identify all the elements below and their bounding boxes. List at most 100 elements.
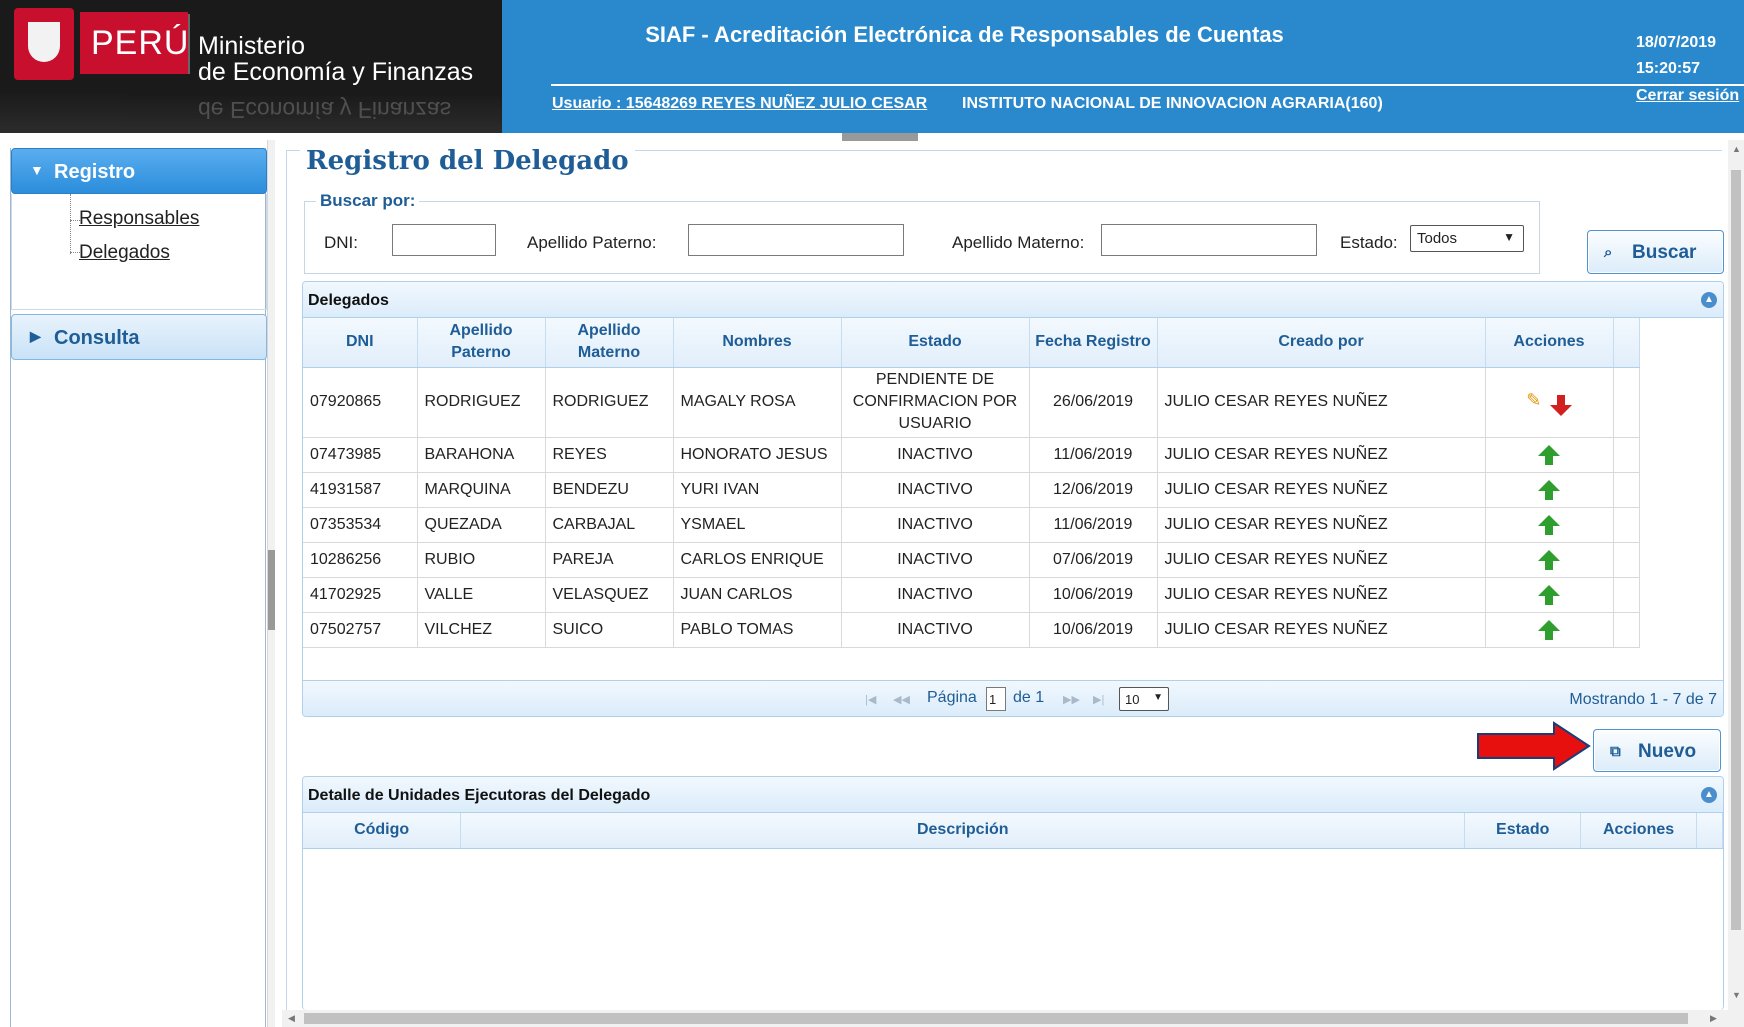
col-header-descripcion[interactable]: Descripción	[460, 813, 1466, 849]
cell-acciones	[1485, 507, 1614, 543]
apellido-paterno-input[interactable]	[688, 224, 904, 256]
scroll-left-icon[interactable]: ◀	[288, 1013, 295, 1024]
horizontal-scrollbar[interactable]: ◀ ▶	[282, 1010, 1728, 1027]
buscar-button[interactable]: ⌕ Buscar	[1587, 230, 1724, 274]
table-row[interactable]: 07353534 QUEZADA CARBAJAL YSMAEL INACTIV…	[303, 507, 1640, 543]
horizontal-scroll-thumb[interactable]	[304, 1013, 1688, 1024]
app-header: PERÚ Ministerio de Economía y Finanzas d…	[0, 0, 1744, 133]
ministry-name-line2: de Economía y Finanzas	[198, 58, 474, 86]
estado-label: Estado:	[1340, 233, 1398, 252]
vertical-scroll-thumb[interactable]	[1731, 170, 1741, 930]
cell-materno: VELASQUEZ	[545, 577, 674, 613]
first-page-icon[interactable]: |◀	[865, 693, 876, 706]
col-header-dni[interactable]: DNI	[303, 318, 418, 368]
page-number-input[interactable]: 1	[986, 687, 1006, 711]
col-header-acciones: Acciones	[1485, 318, 1614, 368]
cell-creado-por: JULIO CESAR REYES NUÑEZ	[1157, 472, 1486, 508]
col-header-creado-por[interactable]: Creado por	[1157, 318, 1486, 368]
cell-spacer	[1613, 542, 1640, 578]
arrow-up-green-icon[interactable]	[1538, 584, 1560, 605]
cell-fecha: 26/06/2019	[1029, 367, 1158, 438]
cell-creado-por: JULIO CESAR REYES NUÑEZ	[1157, 542, 1486, 578]
logout-link[interactable]: Cerrar sesión	[1636, 87, 1739, 105]
table-row[interactable]: 07473985 BARAHONA REYES HONORATO JESUS I…	[303, 437, 1640, 473]
col-header-estado[interactable]: Estado	[841, 318, 1030, 368]
cell-dni: 10286256	[303, 542, 418, 578]
page-size-select[interactable]: 10 ▼	[1119, 687, 1169, 711]
scroll-up-icon[interactable]: ▲	[1732, 144, 1741, 154]
apellido-paterno-label: Apellido Paterno:	[527, 233, 657, 252]
cell-estado: INACTIVO	[841, 577, 1030, 613]
records-info: Mostrando 1 - 7 de 7	[1569, 691, 1717, 708]
col-header-spacer	[1696, 813, 1723, 849]
cell-spacer	[1613, 367, 1640, 438]
cell-spacer	[1613, 472, 1640, 508]
cell-fecha: 10/06/2019	[1029, 612, 1158, 648]
sidebar-section-consulta[interactable]: ▶ Consulta	[11, 314, 267, 360]
table-row[interactable]: 10286256 RUBIO PAREJA CARLOS ENRIQUE INA…	[303, 542, 1640, 578]
next-page-icon[interactable]: ▶▶	[1063, 693, 1080, 706]
cell-materno: REYES	[545, 437, 674, 473]
sidebar-section-registro[interactable]: ▼ Registro	[11, 148, 267, 194]
cell-fecha: 11/06/2019	[1029, 437, 1158, 473]
cell-dni: 41931587	[303, 472, 418, 508]
table-row[interactable]: 41702925 VALLE VELASQUEZ JUAN CARLOS INA…	[303, 577, 1640, 613]
cell-paterno: RUBIO	[417, 542, 546, 578]
nuevo-button[interactable]: ⧉ Nuevo	[1593, 729, 1721, 772]
col-header-codigo[interactable]: Código	[303, 813, 462, 849]
arrow-up-green-icon[interactable]	[1538, 514, 1560, 535]
apellido-materno-input[interactable]	[1101, 224, 1317, 256]
scroll-down-icon[interactable]: ▼	[1732, 990, 1741, 1000]
col-header-apellido-paterno[interactable]: Apellido Paterno	[417, 318, 546, 368]
main-content: Registro del Delegado Buscar por: DNI: A…	[282, 140, 1728, 1010]
arrow-up-green-icon[interactable]	[1538, 549, 1560, 570]
col-header-fecha-registro[interactable]: Fecha Registro	[1029, 318, 1158, 368]
prev-page-icon[interactable]: ◀◀	[893, 693, 910, 706]
delegados-panel-title: Delegados ▲	[303, 282, 1723, 318]
edit-icon[interactable]: ✎	[1526, 390, 1541, 411]
nuevo-button-label: Nuevo	[1638, 741, 1697, 762]
tree-connector	[70, 194, 71, 254]
cell-fecha: 10/06/2019	[1029, 577, 1158, 613]
cell-acciones	[1485, 542, 1614, 578]
splitter-grip[interactable]	[268, 550, 275, 630]
annotation-arrow-icon	[1477, 721, 1591, 771]
collapse-up-icon[interactable]: ▲	[1701, 787, 1717, 803]
cell-nombres: PABLO TOMAS	[673, 612, 842, 648]
header-time: 15:20:57	[1636, 60, 1701, 77]
cell-nombres: MAGALY ROSA	[673, 367, 842, 438]
dni-input[interactable]	[392, 224, 496, 256]
cell-materno: CARBAJAL	[545, 507, 674, 543]
cell-acciones	[1485, 472, 1614, 508]
cell-fecha: 11/06/2019	[1029, 507, 1158, 543]
arrow-up-green-icon[interactable]	[1538, 479, 1560, 500]
cell-materno: RODRIGUEZ	[545, 367, 674, 438]
arrow-down-red-icon[interactable]	[1549, 394, 1572, 416]
layout-splitter[interactable]	[267, 140, 275, 1027]
header-divider	[551, 84, 1744, 86]
collapse-up-icon[interactable]: ▲	[1701, 292, 1717, 308]
col-header-spacer	[1613, 318, 1640, 368]
col-header-estado[interactable]: Estado	[1464, 813, 1582, 849]
arrow-up-green-icon[interactable]	[1538, 619, 1560, 640]
sidebar-item-responsables[interactable]: Responsables	[79, 208, 199, 230]
cell-spacer	[1613, 612, 1640, 648]
col-header-apellido-materno[interactable]: Apellido Materno	[545, 318, 674, 368]
user-link[interactable]: Usuario : 15648269 REYES NUÑEZ JULIO CES…	[552, 95, 927, 113]
logo-reflection-text: de Economía y Finanzas	[198, 97, 452, 123]
arrow-up-green-icon[interactable]	[1538, 444, 1560, 465]
vertical-scrollbar[interactable]: ▲ ▼	[1728, 140, 1744, 1027]
table-row[interactable]: 41931587 MARQUINA BENDEZU YURI IVAN INAC…	[303, 472, 1640, 508]
delegados-panel: Delegados ▲ DNI Apellido Paterno Apellid…	[302, 281, 1724, 717]
chevron-down-icon: ▼	[1503, 230, 1515, 244]
sidebar-item-delegados[interactable]: Delegados	[79, 242, 170, 264]
cell-creado-por: JULIO CESAR REYES NUÑEZ	[1157, 577, 1486, 613]
scroll-right-icon[interactable]: ▶	[1710, 1013, 1717, 1024]
table-row[interactable]: 07920865 RODRIGUEZ RODRIGUEZ MAGALY ROSA…	[303, 367, 1640, 438]
estado-select[interactable]: Todos ▼	[1410, 225, 1524, 252]
cell-estado: INACTIVO	[841, 542, 1030, 578]
logo-reflection: de Economía y Finanzas	[0, 92, 502, 133]
last-page-icon[interactable]: ▶|	[1093, 693, 1104, 706]
col-header-nombres[interactable]: Nombres	[673, 318, 842, 368]
table-row[interactable]: 07502757 VILCHEZ SUICO PABLO TOMAS INACT…	[303, 612, 1640, 648]
